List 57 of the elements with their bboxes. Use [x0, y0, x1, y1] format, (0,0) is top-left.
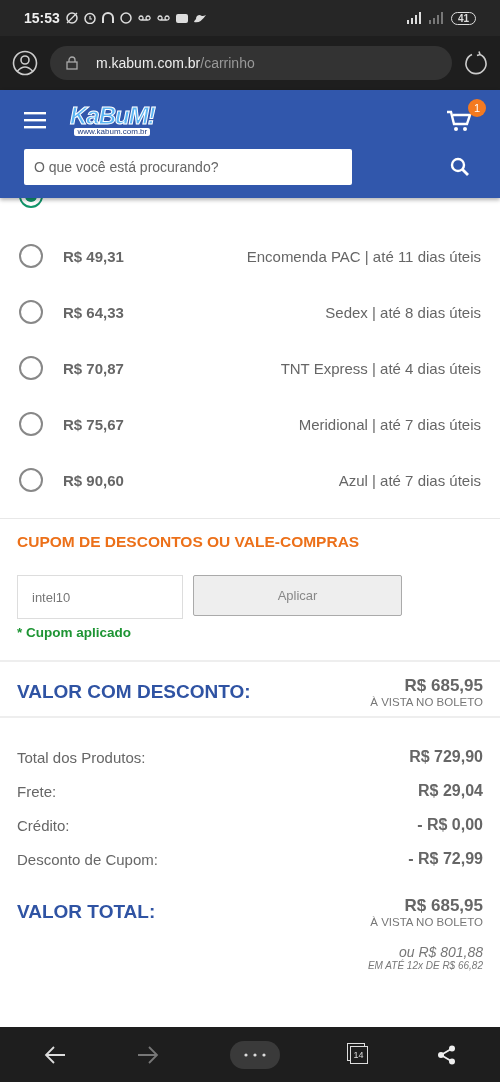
search-field[interactable]: O que você está procurando?: [24, 149, 352, 186]
shipping-price: R$ 64,33: [63, 303, 124, 321]
cart-count-badge: 1: [468, 98, 486, 117]
lock-icon: [66, 56, 78, 70]
more-button[interactable]: [230, 1040, 280, 1069]
address-bar[interactable]: m.kabum.com.br/carrinho: [50, 46, 452, 80]
discount-total-value: R$ 685,95: [404, 676, 483, 696]
installment-note: EM ATÉ 12x DE R$ 66,82: [367, 960, 483, 971]
radio-button[interactable]: [19, 300, 43, 324]
reload-icon[interactable]: [464, 51, 488, 75]
summary-value: R$ 729,90: [409, 748, 483, 766]
coupon-status: * Cupom aplicado: [17, 625, 132, 640]
radio-button[interactable]: [19, 356, 43, 380]
shipping-price: R$ 70,87: [63, 359, 124, 377]
payment-note: À VISTA NO BOLETO: [370, 696, 483, 708]
total-label: VALOR TOTAL:: [17, 901, 156, 923]
shipping-price: R$ 90,60: [63, 471, 124, 489]
forward-icon[interactable]: [136, 1044, 161, 1065]
summary-value: - R$ 72,99: [408, 850, 483, 868]
payment-note: À VISTA NO BOLETO: [370, 916, 483, 928]
back-icon[interactable]: [42, 1044, 67, 1065]
logo[interactable]: KaBuM! www.kabum.com.br: [70, 103, 155, 136]
installment-value: ou R$ 801,88: [398, 944, 483, 960]
radio-button[interactable]: [19, 412, 43, 436]
coupon-field[interactable]: intel10: [17, 575, 183, 619]
voicemail-icon: [156, 14, 170, 22]
shipping-price: R$ 49,31: [63, 247, 124, 265]
shipping-price: R$ 75,67: [63, 415, 124, 433]
shipping-carrier: Meridional | até 7 dias úteis: [298, 415, 481, 433]
summary-value: R$ 29,04: [418, 782, 483, 800]
alarm-icon: [83, 12, 96, 24]
url-text: m.kabum.com.br/carrinho: [96, 55, 255, 71]
radio-button[interactable]: [19, 468, 43, 492]
shipping-carrier: Sedex | até 8 dias úteis: [325, 303, 481, 321]
summary-label: Crédito:: [17, 816, 70, 834]
tabs-button[interactable]: 14: [349, 1045, 368, 1064]
menu-icon[interactable]: [24, 110, 48, 129]
summary-label: Desconto de Cupom:: [17, 850, 158, 868]
summary-label: Total dos Produtos:: [17, 748, 146, 766]
shipping-carrier: Encomenda PAC | até 11 dias úteis: [246, 247, 481, 265]
cart-icon[interactable]: [446, 108, 472, 133]
share-icon[interactable]: [437, 1044, 458, 1065]
discount-total-label: VALOR COM DESCONTO:: [17, 681, 251, 703]
search-icon[interactable]: [450, 157, 470, 178]
summary-value: - R$ 0,00: [417, 816, 483, 834]
shipping-carrier: TNT Express | até 4 dias úteis: [280, 359, 481, 377]
profile-icon[interactable]: [12, 50, 38, 76]
notification-off-icon: [65, 12, 78, 24]
more-icon: [243, 1052, 267, 1057]
status-time: 15:53: [24, 10, 60, 26]
shipping-carrier: Azul | até 7 dias úteis: [338, 471, 481, 489]
summary-label: Frete:: [17, 782, 57, 800]
headphones-icon: [101, 12, 114, 24]
total-value: R$ 685,95: [404, 896, 483, 916]
radio-button[interactable]: [19, 244, 43, 268]
voicemail-icon: [137, 14, 151, 22]
section-title: CUPOM DE DESCONTOS OU VALE-COMPRAS: [17, 533, 361, 551]
